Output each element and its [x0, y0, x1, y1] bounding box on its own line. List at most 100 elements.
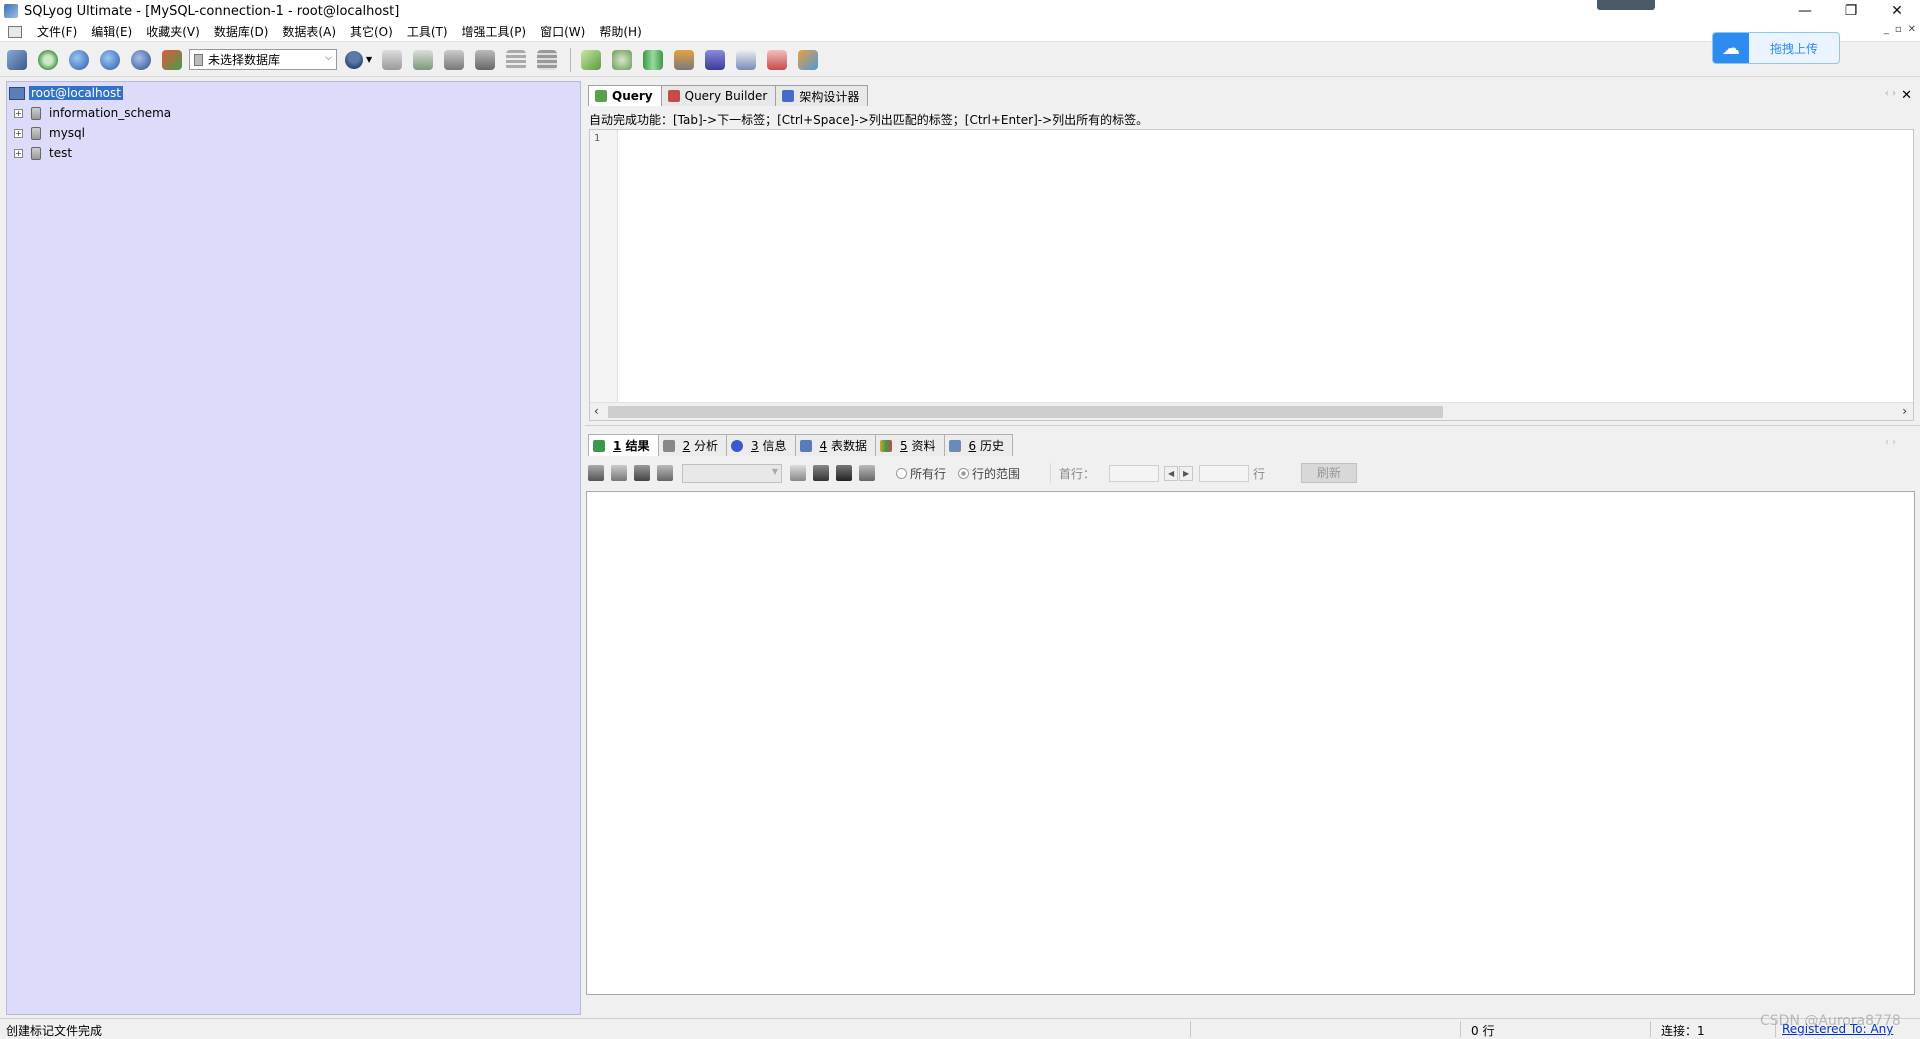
prev-page-icon[interactable]: ◀ [1164, 465, 1179, 481]
expand-icon[interactable]: + [14, 148, 23, 158]
refresh-icon[interactable] [34, 46, 61, 73]
tab-number: 5 [900, 438, 908, 453]
database-selector[interactable]: 未选择数据库 ⌵ [189, 49, 337, 70]
tab-scroll-arrows[interactable]: ‹ › [1885, 88, 1896, 99]
schema-designer-icon[interactable] [794, 46, 821, 73]
cancel-changes-icon[interactable] [859, 465, 875, 481]
toolbar-separator [570, 47, 572, 72]
tab-query[interactable]: Query [588, 85, 662, 106]
menu-table[interactable]: 数据表(A) [275, 23, 343, 40]
status-rows: 0 行 [1471, 1024, 1495, 1038]
close-tab-icon[interactable]: ✕ [1901, 88, 1912, 103]
tab-results[interactable]: 1 结果 [588, 434, 659, 456]
object-browser[interactable]: root@localhost + information_schema + my… [6, 81, 581, 1015]
result-view-select[interactable]: ▼ [682, 463, 782, 483]
execute-icon[interactable] [65, 46, 92, 73]
tab-number: 6 [968, 438, 977, 453]
rows-label: 行 [1253, 466, 1266, 481]
mdi-restore-button[interactable]: ▫ [1895, 24, 1902, 35]
scroll-right-icon[interactable]: › [1902, 404, 1907, 418]
tab-number: 4 [819, 438, 828, 453]
minimize-button[interactable]: — [1782, 0, 1828, 22]
report-icon[interactable] [732, 46, 759, 73]
row-count-input[interactable] [1199, 464, 1250, 482]
tab-label: 信息 [762, 439, 787, 453]
table-icon[interactable] [502, 46, 529, 73]
mdi-minimize-button[interactable]: _ [1884, 24, 1889, 35]
user-manager-button[interactable]: ▼ [345, 50, 373, 69]
export-icon[interactable] [440, 46, 467, 73]
result-tab-scroll-arrows[interactable]: ‹ › [1885, 437, 1896, 448]
tree-root-label[interactable]: root@localhost [29, 86, 123, 100]
save-icon[interactable] [813, 465, 829, 481]
tree-item-information-schema[interactable]: + information_schema [14, 104, 171, 122]
restore-icon[interactable] [409, 46, 436, 73]
tab-history[interactable]: 6 历史 [943, 434, 1013, 456]
query-builder-icon [667, 90, 680, 102]
tab-label: 架构设计器 [799, 89, 860, 104]
delete-icon[interactable] [836, 465, 852, 481]
radio-label: 行的范围 [972, 466, 1021, 481]
tab-messages[interactable]: 3 信息 [726, 434, 796, 456]
text-view-icon[interactable] [657, 465, 673, 481]
menu-help[interactable]: 帮助(H) [592, 23, 648, 40]
import-icon[interactable] [471, 46, 498, 73]
menu-powertools[interactable]: 增强工具(P) [455, 23, 534, 40]
scroll-left-icon[interactable]: ‹ [594, 404, 599, 418]
close-button[interactable]: ✕ [1874, 0, 1920, 22]
menu-file[interactable]: 文件(F) [30, 23, 84, 40]
execute-all-icon[interactable] [96, 46, 123, 73]
mdi-close-button[interactable]: ✕ [1908, 24, 1916, 35]
stop-icon[interactable] [127, 46, 154, 73]
menu-database[interactable]: 数据库(D) [207, 23, 276, 40]
menu-tools[interactable]: 工具(T) [400, 23, 455, 40]
expand-icon[interactable]: + [14, 128, 23, 138]
tree-root-node[interactable]: root@localhost [9, 84, 123, 102]
line-gutter: 1 [590, 130, 618, 402]
tree-item-test[interactable]: + test [14, 144, 72, 162]
radio-row-range[interactable]: 行的范围 [958, 465, 1020, 482]
tab-query-builder[interactable]: Query Builder [660, 85, 777, 106]
restore-button[interactable]: ❐ [1828, 0, 1874, 22]
insert-row-icon[interactable] [790, 465, 806, 481]
export-results-icon[interactable] [588, 465, 604, 481]
server-monitor-icon[interactable] [701, 46, 728, 73]
scrollbar-thumb[interactable] [608, 406, 1443, 418]
tab-info[interactable]: 5 资料 [875, 434, 945, 456]
scheduler-icon[interactable] [763, 46, 790, 73]
copy-db-icon[interactable] [608, 46, 635, 73]
sql-editor[interactable]: 1 ‹ › [589, 129, 1914, 421]
menu-favorites[interactable]: 收藏夹(V) [139, 23, 207, 40]
radio-all-rows[interactable]: 所有行 [896, 465, 946, 482]
tree-item-mysql[interactable]: + mysql [14, 124, 85, 142]
copy-results-icon[interactable] [611, 465, 627, 481]
refresh-button[interactable]: 刷新 [1301, 463, 1358, 483]
menu-edit[interactable]: 编辑(E) [84, 23, 139, 40]
new-connection-icon[interactable] [3, 46, 30, 73]
upload-widget[interactable]: ☁ 拖拽上传 [1712, 32, 1840, 64]
autocomplete-hint: 自动完成功能：[Tab]->下一标签；[Ctrl+Space]->列出匹配的标签… [589, 113, 1149, 127]
system-menu-icon[interactable] [8, 25, 22, 38]
backup-icon[interactable] [378, 46, 405, 73]
tab-profiler[interactable]: 2 分析 [657, 434, 728, 456]
copy-table-icon[interactable] [639, 46, 666, 73]
schema-sync-icon[interactable] [533, 46, 560, 73]
menu-others[interactable]: 其它(O) [343, 23, 400, 40]
query-tab-bar: Query Query Builder 架构设计器 [588, 85, 869, 106]
tab-schema-designer[interactable]: 架构设计器 [775, 85, 869, 106]
data-sync-icon[interactable] [577, 46, 604, 73]
horizontal-splitter[interactable] [585, 425, 1920, 431]
next-page-icon[interactable]: ▶ [1179, 465, 1194, 481]
new-db-icon[interactable] [158, 46, 185, 73]
horizontal-scrollbar[interactable]: ‹ › [590, 402, 1913, 420]
dropdown-arrow-icon: ▼ [366, 55, 373, 64]
expand-icon[interactable]: + [14, 108, 23, 118]
first-row-input[interactable] [1109, 464, 1160, 482]
tab-table-data[interactable]: 4 表数据 [794, 434, 877, 456]
profiler-icon [662, 439, 675, 452]
query-builder-icon[interactable] [670, 46, 697, 73]
result-grid[interactable] [586, 491, 1915, 995]
tab-number: 1 [613, 438, 622, 453]
menu-window[interactable]: 窗口(W) [533, 23, 592, 40]
form-view-icon[interactable] [634, 465, 650, 481]
